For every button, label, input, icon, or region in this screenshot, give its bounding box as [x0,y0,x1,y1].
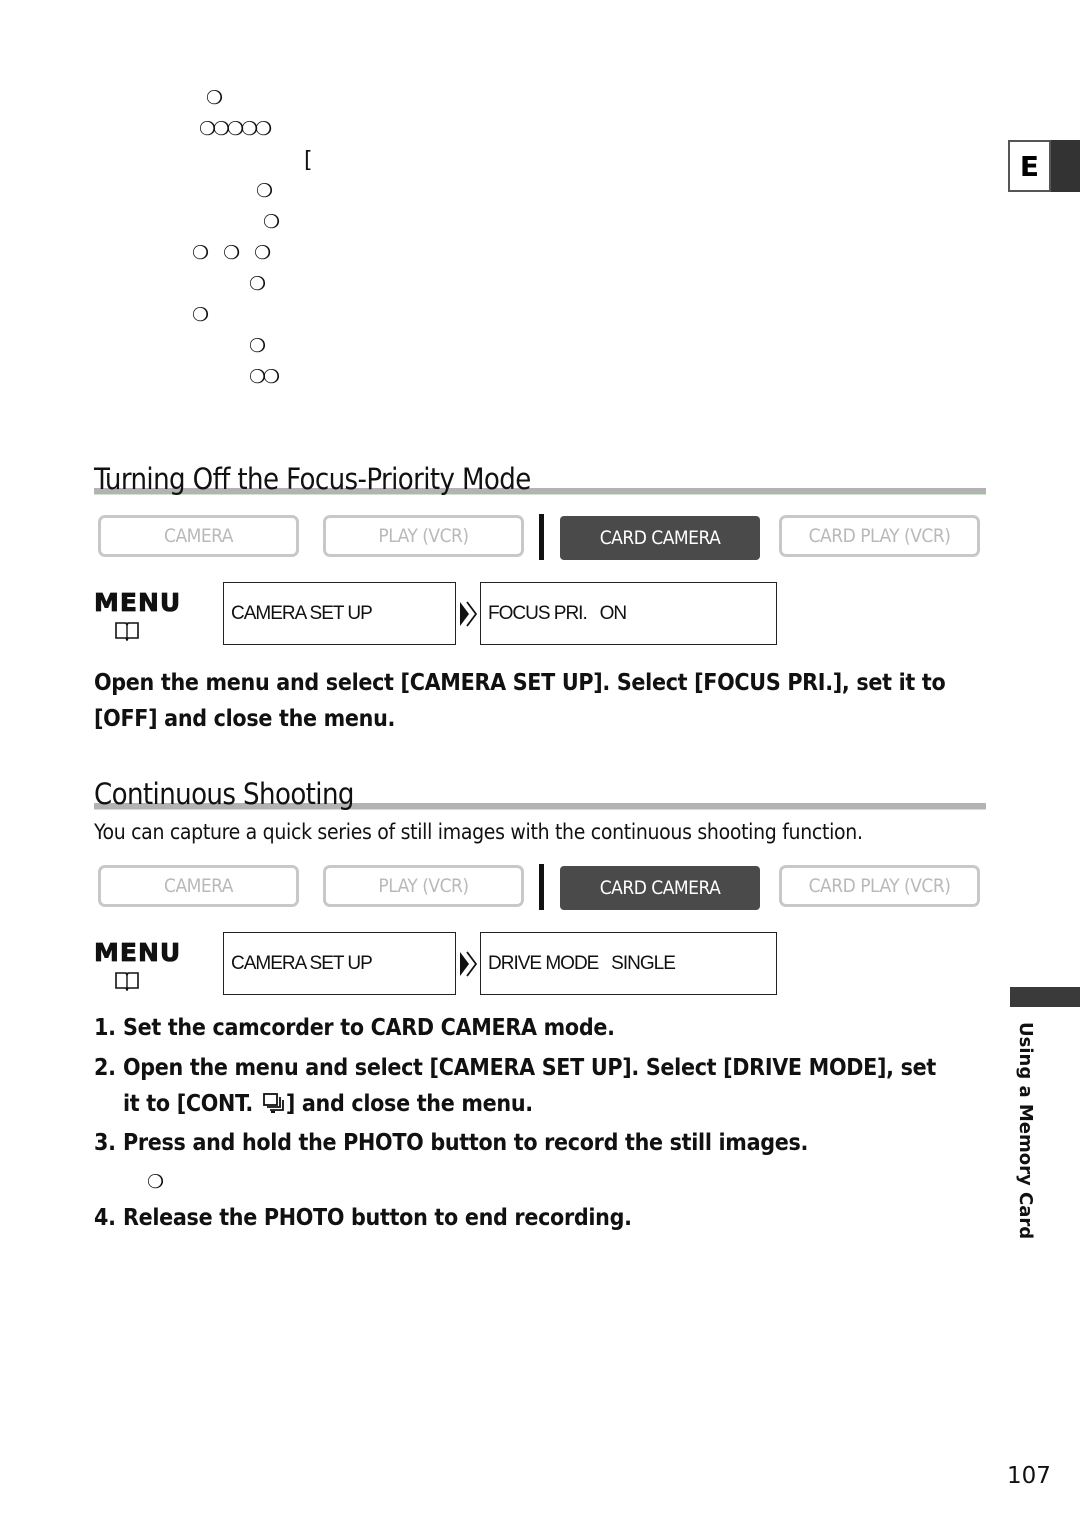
menu-path-step-2: DRIVE MODE SINGLE [480,932,777,995]
mode-label: PLAY (VCR) [378,875,469,897]
instruction-paragraph: Open the menu and select [CAMERA SET UP]… [94,670,946,732]
book-icon [115,972,139,991]
menu-path-text: FOCUS PRI. ON [488,602,627,624]
menu-path-text: DRIVE MODE SINGLE [488,952,676,974]
menu-label: MENU [94,938,182,968]
step-text: Open the menu and select [CAMERA SET UP]… [123,1055,936,1081]
step-text-continuation: it to [CONT. ] and close the menu. [94,1086,984,1122]
menu-path-text: CAMERA SET UP [231,952,373,974]
mode-play-vcr: PLAY (VCR) [323,865,524,907]
step-2: 2. Open the menu and select [CAMERA SET U… [94,1050,984,1122]
mode-card-camera-active: CARD CAMERA [560,866,760,910]
bullet-glyph: ❍ [249,335,266,357]
bullet-glyph: ❍ [256,180,273,202]
menu-path-step-1: CAMERA SET UP [223,932,456,995]
mode-label: CARD CAMERA [599,877,721,899]
book-icon [115,622,139,641]
mode-play-vcr: PLAY (VCR) [323,515,524,557]
step-text: Press and hold the PHOTO button to recor… [123,1130,809,1156]
mode-label: CAMERA [164,875,233,897]
step-number: 1. [94,1015,116,1041]
page-number: 107 [1007,1463,1051,1489]
mode-card-play-vcr: CARD PLAY (VCR) [779,515,980,557]
bullet-glyph: ❍ ❍ ❍ [192,242,276,264]
bullet-glyph: ❍❍❍❍❍ [199,118,272,140]
continuous-shooting-icon [262,1093,284,1113]
bracket-glyph: [ [304,148,312,173]
bullet-glyph: ❍❍ [249,366,280,388]
step-number: 4. [94,1205,116,1231]
mode-camera: CAMERA [98,515,299,557]
step-number: 2. [94,1055,116,1081]
section-title-continuous-shooting: Continuous Shooting [94,777,354,811]
mode-separator [539,514,544,560]
menu-path-text: CAMERA SET UP [231,602,373,624]
step-4: 4. Release the PHOTO button to end record… [94,1200,984,1236]
menu-path-step-2: FOCUS PRI. ON [480,582,777,645]
bullet-glyph: ❍ [249,273,266,295]
double-chevron-right-icon [460,951,477,977]
section-title-focus-priority: Turning Off the Focus-Priority Mode [94,462,531,496]
mode-label: CARD PLAY (VCR) [808,875,951,897]
step-text: it to [CONT. [123,1091,260,1117]
step-3: 3. Press and hold the PHOTO button to rec… [94,1125,984,1161]
intro-text: You can capture a quick series of still … [94,820,863,844]
mode-label: CARD CAMERA [599,527,721,549]
mode-separator [539,864,544,910]
bullet-glyph: ❍ [192,304,209,326]
step-1: 1. Set the camcorder to CARD CAMERA mode. [94,1010,984,1046]
step-text: Release the PHOTO button to end recordin… [123,1205,632,1231]
mode-camera: CAMERA [98,865,299,907]
step-text: Set the camcorder to CARD CAMERA mode. [123,1015,615,1041]
chapter-tab-label: Using a Memory Card [1015,1022,1036,1240]
bullet-glyph: ❍ [206,87,223,109]
mode-label: PLAY (VCR) [378,525,469,547]
mode-label: CAMERA [164,525,233,547]
bullet-glyph: ❍ [147,1171,164,1193]
menu-path-step-1: CAMERA SET UP [223,582,456,645]
step-text: ] and close the menu. [285,1091,533,1117]
language-tab: E [1008,140,1051,192]
step-number: 3. [94,1130,116,1156]
language-tab-marker [1051,140,1080,192]
chapter-tab-marker [1010,987,1080,1007]
language-tab-label: E [1019,149,1040,183]
mode-label: CARD PLAY (VCR) [808,525,951,547]
bullet-glyph: ❍ [263,211,280,233]
mode-card-play-vcr: CARD PLAY (VCR) [779,865,980,907]
menu-label: MENU [94,588,182,618]
mode-card-camera-active: CARD CAMERA [560,516,760,560]
double-chevron-right-icon [460,601,477,627]
